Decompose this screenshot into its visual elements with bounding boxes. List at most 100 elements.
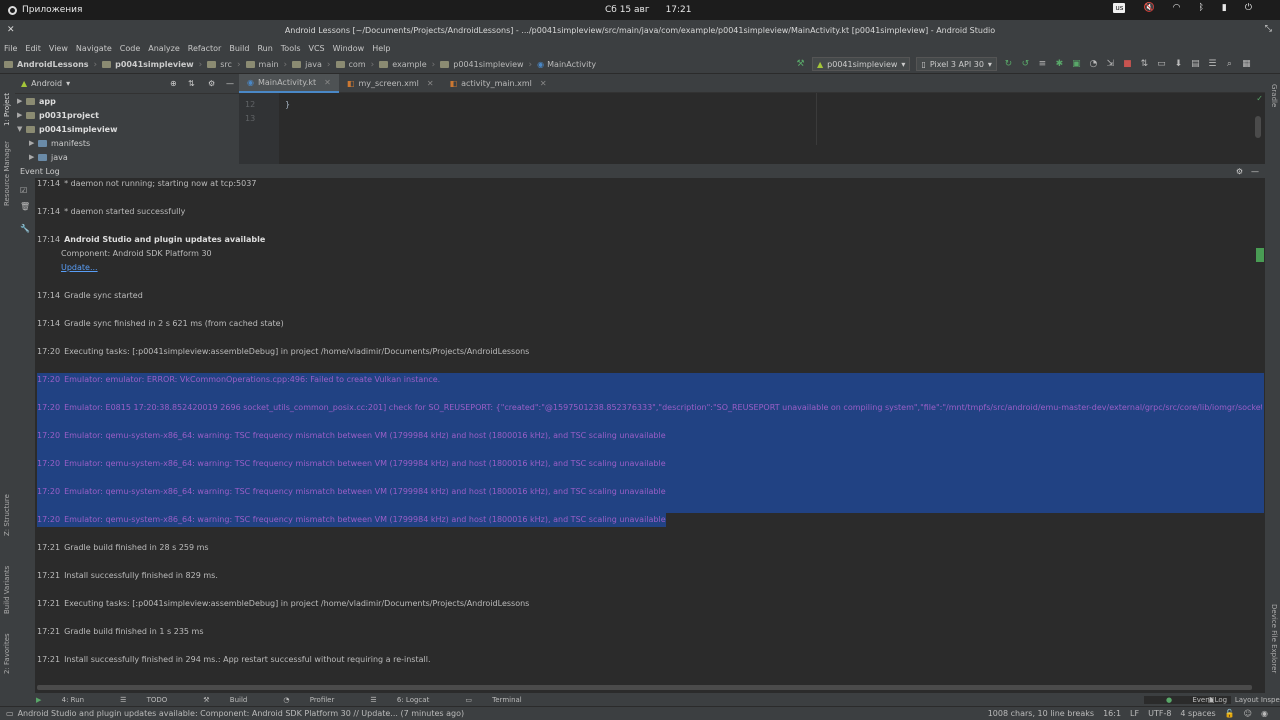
menu-window[interactable]: Window xyxy=(333,44,365,53)
tree-item-p0041simpleview[interactable]: ▼ p0041simpleview xyxy=(15,122,239,136)
tab-my-screen[interactable]: ◧ my_screen.xml ✕ xyxy=(339,74,442,93)
device-file-explorer-tool-button[interactable]: Device File Explorer xyxy=(1270,604,1278,673)
lock-icon[interactable]: 🔓 xyxy=(1225,709,1235,718)
locate-icon[interactable]: ⊕ xyxy=(170,79,177,88)
crumb-main[interactable]: main xyxy=(259,60,279,69)
menu-run[interactable]: Run xyxy=(257,44,272,53)
keyboard-layout[interactable]: us xyxy=(1113,3,1126,13)
log-entry-selected[interactable]: 17:20 Emulator: qemu-system-x86_64: warni… xyxy=(37,485,666,499)
crumb-java[interactable]: java xyxy=(305,60,322,69)
menu-help[interactable]: Help xyxy=(372,44,390,53)
crumb-class[interactable]: MainActivity xyxy=(547,60,596,69)
tab-activity-main[interactable]: ◧ activity_main.xml ✕ xyxy=(442,74,555,93)
log-entry[interactable]: 17:14 Gradle sync finished in 2 s 621 ms … xyxy=(37,317,284,331)
menu-code[interactable]: Code xyxy=(120,44,140,53)
logcat-icon[interactable]: ☰ xyxy=(1207,59,1218,70)
battery-icon[interactable]: ▮ xyxy=(1222,3,1227,13)
structure-tool-button[interactable]: Z: Structure xyxy=(3,494,11,536)
apply-changes-icon[interactable]: ↻ xyxy=(1003,59,1014,70)
run-list-icon[interactable]: ≡ xyxy=(1037,59,1048,70)
clock[interactable]: Сб 15 авг 17:21 xyxy=(605,5,708,15)
crumb-project[interactable]: AndroidLessons xyxy=(17,60,89,69)
project-view-select[interactable]: Android xyxy=(31,79,62,88)
tree-item-manifests[interactable]: ▶ manifests xyxy=(15,136,239,150)
line-separator[interactable]: LF xyxy=(1130,709,1139,718)
terminal-tab[interactable]: ▭ Terminal xyxy=(447,696,521,704)
debug-icon[interactable]: ✱ xyxy=(1054,59,1065,70)
layout-inspector-tab[interactable]: ▣ Layout Inspector xyxy=(1190,696,1280,704)
log-entry[interactable]: 17:21 Gradle build finished in 28 s 259 m… xyxy=(37,541,209,555)
log-entry[interactable]: 17:20 Executing tasks: [:p0041simpleview:… xyxy=(37,345,529,359)
crumb-package[interactable]: p0041simpleview xyxy=(453,60,523,69)
run-tab[interactable]: ▶ 4: Run xyxy=(18,696,84,704)
crumb-src[interactable]: src xyxy=(220,60,232,69)
close-window-icon[interactable]: ✕ xyxy=(7,25,15,35)
wrench-icon[interactable]: 🔧 xyxy=(20,224,30,233)
file-encoding[interactable]: UTF-8 xyxy=(1148,709,1171,718)
log-entry[interactable]: 17:21 Executing tasks: [:p0041simpleview:… xyxy=(37,597,529,611)
menu-view[interactable]: View xyxy=(49,44,68,53)
profiler-tab[interactable]: ◔ Profiler xyxy=(265,696,334,704)
crumb-example[interactable]: example xyxy=(392,60,426,69)
gradle-tool-button[interactable]: Gradle xyxy=(1270,84,1278,107)
layout-inspector-icon[interactable]: ▤ xyxy=(1190,59,1201,70)
log-entry[interactable]: 17:14 * daemon not running; starting now … xyxy=(37,177,256,191)
menu-navigate[interactable]: Navigate xyxy=(76,44,112,53)
editor-scrollbar[interactable] xyxy=(1255,116,1261,138)
hammer-build-icon[interactable]: ⚒ xyxy=(795,59,806,70)
log-entry-selected[interactable]: 17:20 Emulator: qemu-system-x86_64: warni… xyxy=(37,457,666,471)
project-tool-button[interactable]: 1: Project xyxy=(3,93,11,126)
sync-project-icon[interactable]: ⇅ xyxy=(1139,59,1150,70)
volume-muted-icon[interactable]: 🔇 xyxy=(1143,3,1154,13)
profile-icon[interactable]: ◔ xyxy=(1088,59,1099,70)
indent-setting[interactable]: 4 spaces xyxy=(1180,709,1215,718)
log-entry[interactable]: 17:21 Gradle build finished in 1 s 235 ms xyxy=(37,625,204,639)
log-entry-selected[interactable]: 17:20 Emulator: E0815 17:20:38.852420019 … xyxy=(37,401,1262,415)
restore-window-icon[interactable]: ⤡ xyxy=(1265,24,1272,34)
log-entry-selected[interactable]: 17:20 Emulator: emulator: ERROR: VkCommon… xyxy=(37,373,440,387)
tree-item-app[interactable]: ▶ app xyxy=(15,94,239,108)
apps-menu[interactable]: Приложения xyxy=(8,5,82,15)
hide-icon[interactable]: — xyxy=(1251,167,1259,176)
stop-icon[interactable]: ■ xyxy=(1122,59,1133,70)
bluetooth-icon[interactable]: ᛒ xyxy=(1199,3,1204,13)
log-entry[interactable]: 17:21 Install successfully finished in 29… xyxy=(37,653,431,667)
code-line[interactable]: } xyxy=(285,100,290,109)
gear-icon[interactable]: ⚙ xyxy=(208,79,215,88)
close-tab-icon[interactable]: ✕ xyxy=(427,79,434,88)
power-icon[interactable]: ⏻ xyxy=(1245,3,1252,13)
favorites-tool-button[interactable]: 2: Favorites xyxy=(3,633,11,674)
gear-icon[interactable]: ⚙ xyxy=(1236,167,1243,176)
build-variants-tool-button[interactable]: Build Variants xyxy=(3,566,11,614)
menu-tools[interactable]: Tools xyxy=(281,44,301,53)
inspection-icon[interactable]: ☺ xyxy=(1244,709,1252,718)
status-message[interactable]: Android Studio and plugin updates availa… xyxy=(18,709,465,718)
menu-build[interactable]: Build xyxy=(229,44,249,53)
close-tab-icon[interactable]: ✕ xyxy=(324,78,331,87)
resource-manager-tool-button[interactable]: Resource Manager xyxy=(3,141,11,206)
collapse-icon[interactable]: ⇅ xyxy=(188,79,195,88)
chevron-down-icon[interactable]: ▾ xyxy=(66,79,70,88)
update-link[interactable]: Update... xyxy=(61,261,98,275)
mark-read-icon[interactable]: ☑ xyxy=(20,186,27,195)
tab-mainactivity[interactable]: ◉ MainActivity.kt ✕ xyxy=(239,73,339,93)
menu-edit[interactable]: Edit xyxy=(25,44,41,53)
todo-tab[interactable]: ☰ TODO xyxy=(102,696,167,704)
device-manager-icon[interactable]: ▭ xyxy=(1156,59,1167,70)
crumb-com[interactable]: com xyxy=(349,60,366,69)
run-config-select[interactable]: ▲ p0041simpleview ▾ xyxy=(812,57,911,71)
menu-analyze[interactable]: Analyze xyxy=(148,44,180,53)
log-entry[interactable]: 17:14 Android Studio and plugin updates a… xyxy=(37,233,265,247)
build-tab[interactable]: ⚒ Build xyxy=(185,696,247,704)
hide-icon[interactable]: — xyxy=(226,79,234,88)
clear-all-icon[interactable]: 🗑 xyxy=(20,202,30,211)
tree-item-p0031project[interactable]: ▶ p0031project xyxy=(15,108,239,122)
sdk-manager-icon[interactable]: ⬇ xyxy=(1173,59,1184,70)
attach-debugger-icon[interactable]: ⇲ xyxy=(1105,59,1116,70)
tree-item-java[interactable]: ▶ java xyxy=(15,150,239,164)
log-entry-selected[interactable]: 17:20 Emulator: qemu-system-x86_64: warni… xyxy=(37,429,666,443)
wifi-icon[interactable]: ◠ xyxy=(1173,3,1181,13)
search-icon[interactable]: ⌕ xyxy=(1224,59,1235,70)
windows-icon[interactable]: ▦ xyxy=(1241,59,1252,70)
logcat-tab[interactable]: ☰ 6: Logcat xyxy=(352,696,429,704)
